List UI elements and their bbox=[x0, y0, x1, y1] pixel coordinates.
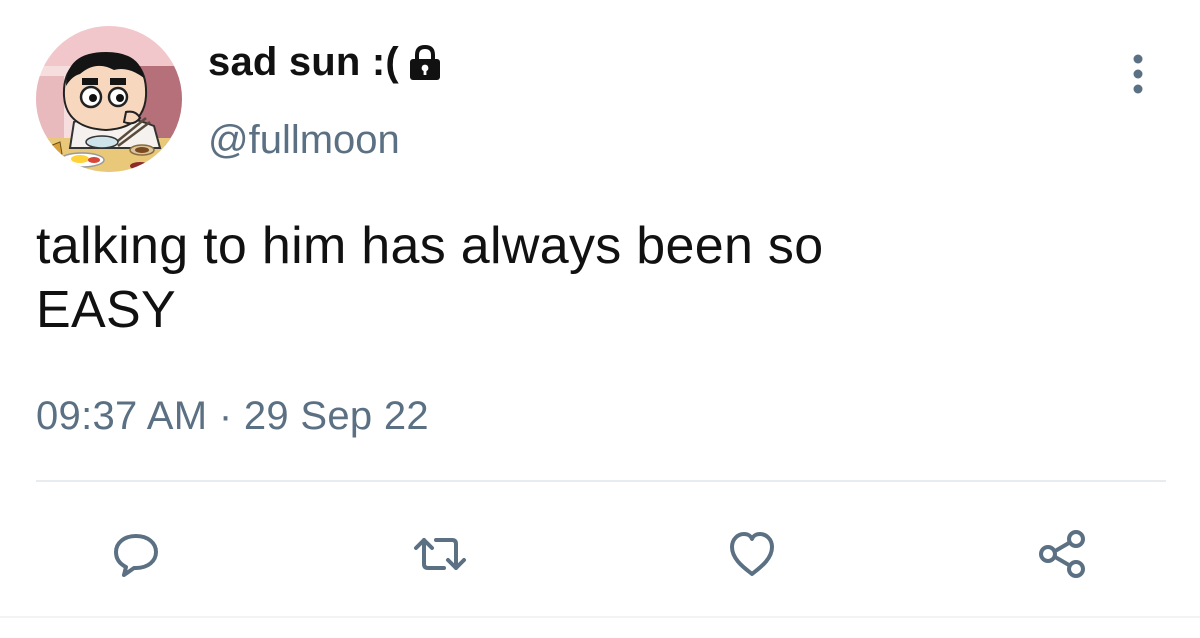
tweet-text: talking to him has always been so EASY bbox=[36, 214, 1156, 342]
bottom-divider bbox=[0, 616, 1200, 618]
lock-icon bbox=[405, 43, 445, 83]
display-name-text: sad sun :( bbox=[208, 40, 399, 84]
divider bbox=[36, 480, 1166, 482]
user-handle[interactable]: @fullmoon bbox=[208, 118, 400, 163]
share-nodes-icon bbox=[1039, 530, 1085, 578]
heart-icon bbox=[730, 532, 774, 576]
tweet-card: sad sun :( @fullmoon talking to him has … bbox=[0, 0, 1200, 638]
retweet-arrows-icon bbox=[414, 538, 466, 570]
avatar[interactable] bbox=[36, 26, 182, 172]
more-options-icon[interactable] bbox=[1118, 52, 1158, 96]
like-button[interactable] bbox=[722, 524, 782, 584]
display-name[interactable]: sad sun :( bbox=[208, 40, 445, 85]
retweet-button[interactable] bbox=[410, 524, 470, 584]
avatar-image bbox=[36, 26, 182, 172]
reply-button[interactable] bbox=[106, 524, 166, 584]
speech-bubble-icon bbox=[114, 534, 158, 577]
share-button[interactable] bbox=[1032, 524, 1092, 584]
tweet-text-line-1: talking to him has always been so bbox=[36, 217, 824, 275]
tweet-timestamp[interactable]: 09:37 AM · 29 Sep 22 bbox=[36, 394, 429, 439]
tweet-text-line-2: EASY bbox=[36, 281, 176, 339]
